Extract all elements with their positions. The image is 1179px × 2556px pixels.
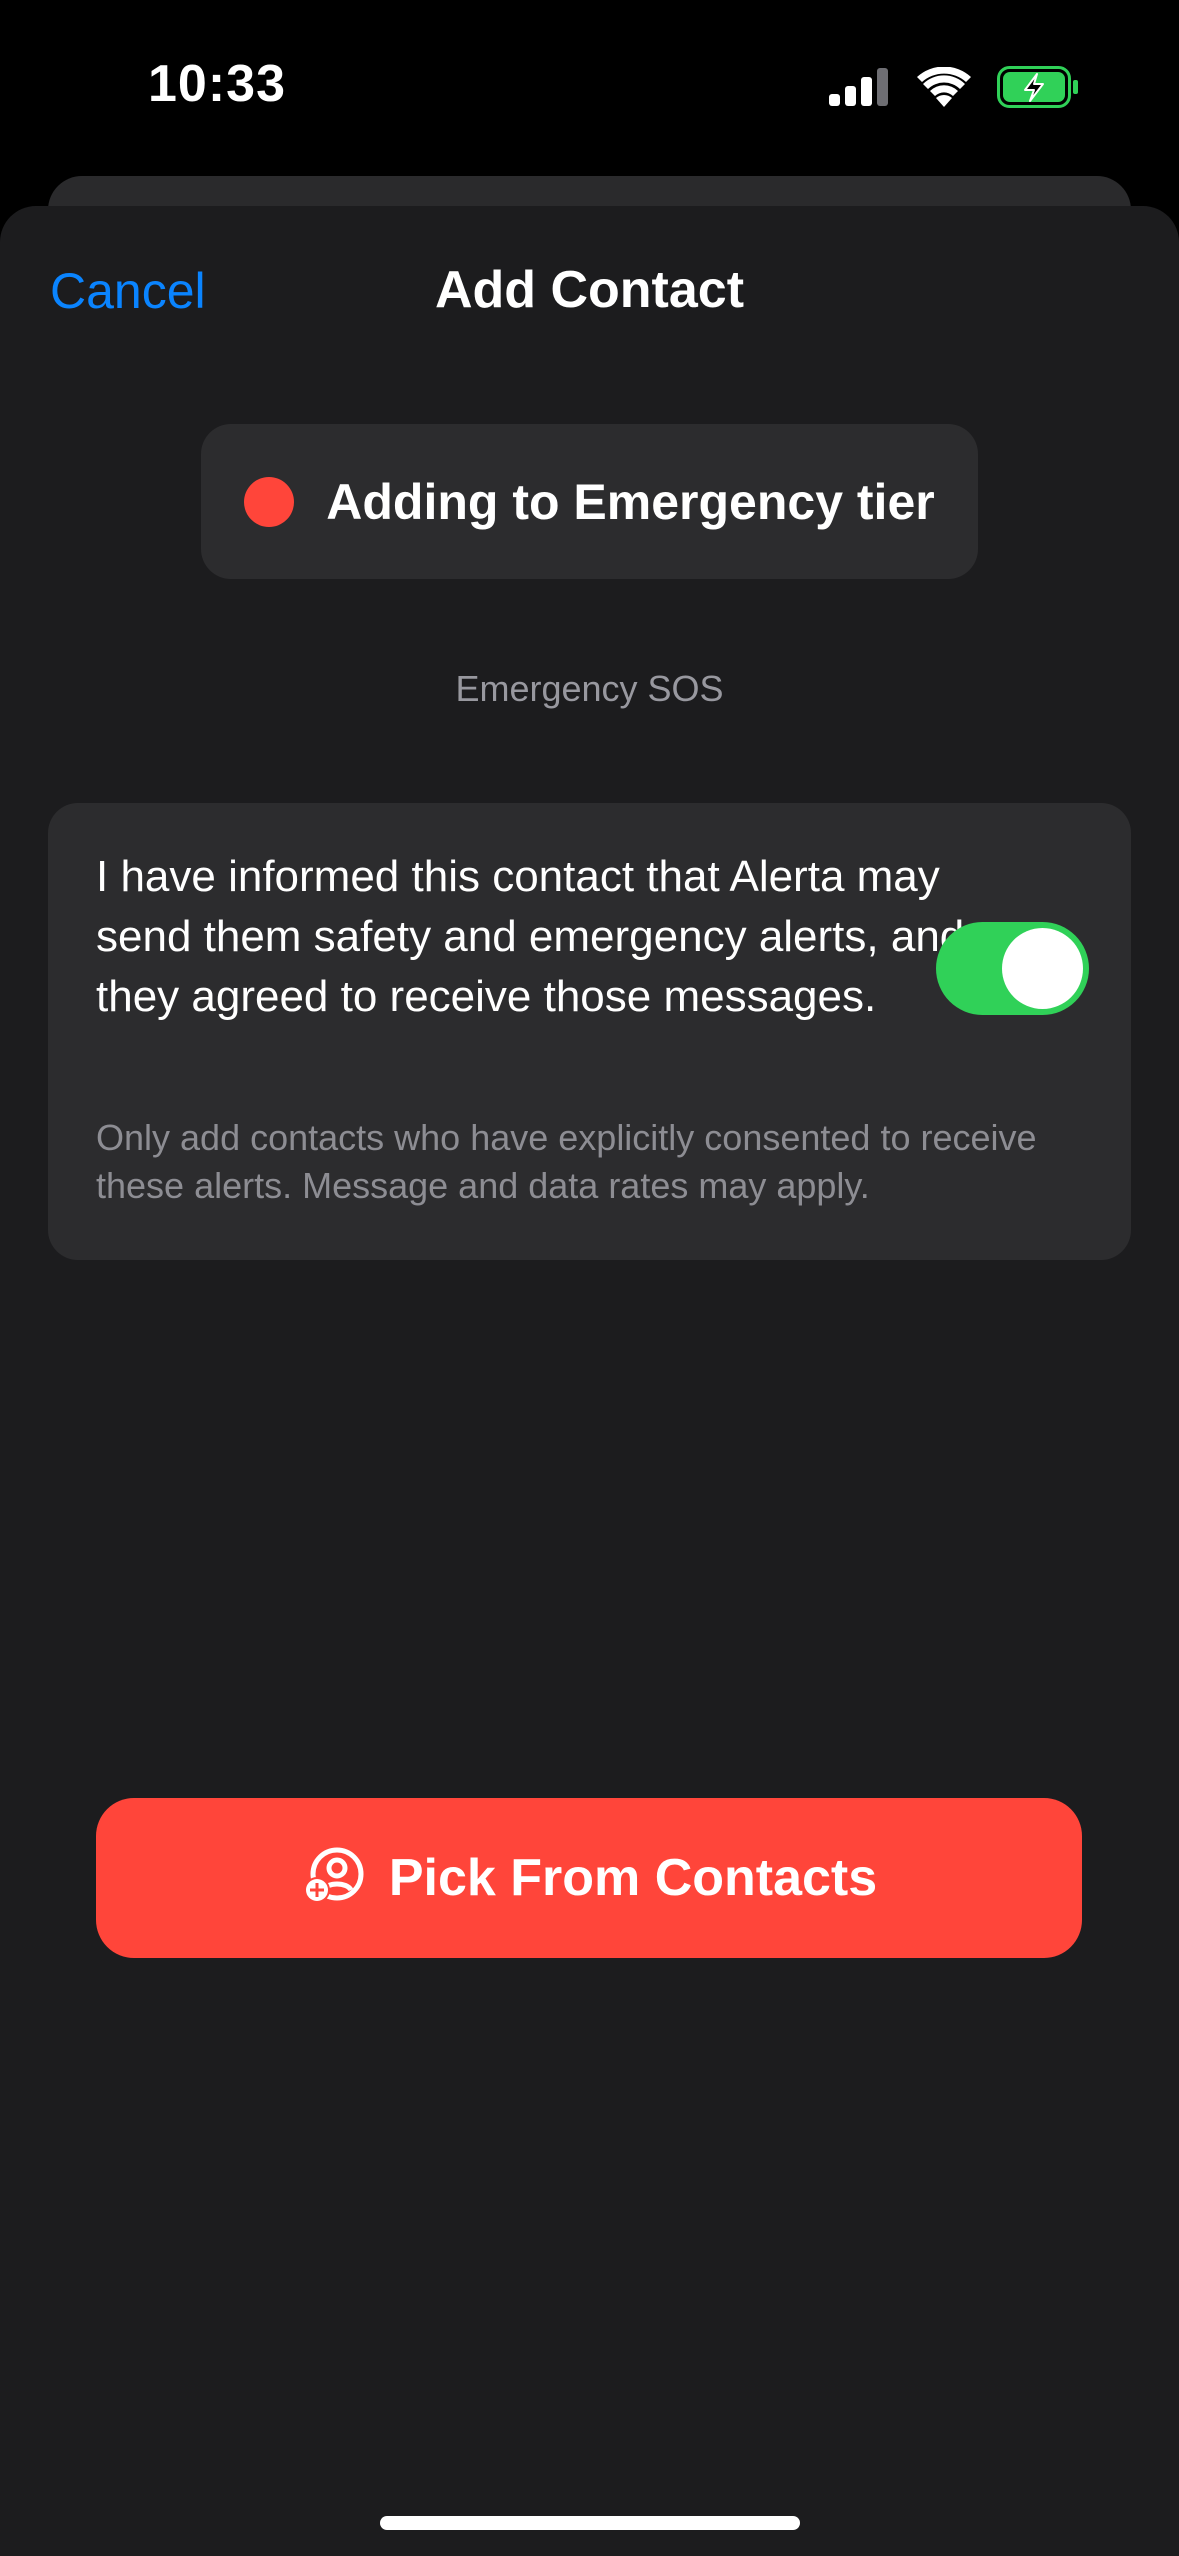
status-icons (829, 64, 1079, 110)
status-bar: 10:33 (0, 0, 1179, 170)
cellular-signal-icon (829, 68, 891, 106)
consent-card: I have informed this contact that Alerta… (48, 803, 1131, 1260)
consent-text: I have informed this contact that Alerta… (96, 852, 965, 1021)
status-time: 10:33 (148, 55, 286, 113)
wifi-icon (917, 67, 971, 107)
tier-badge: Adding to Emergency tier (201, 424, 978, 579)
pick-from-contacts-label: Pick From Contacts (388, 1849, 878, 1907)
cancel-button[interactable]: Cancel (50, 262, 206, 320)
add-person-circle-icon (301, 1844, 365, 1913)
tier-label: Adding to Emergency tier (326, 473, 935, 530)
consent-note: Only add contacts who have explicitly co… (96, 1117, 1037, 1206)
home-indicator[interactable] (380, 2516, 800, 2530)
section-label: Emergency SOS (455, 668, 724, 709)
toggle-knob (1002, 928, 1083, 1009)
consent-toggle[interactable] (936, 922, 1089, 1015)
battery-charging-icon (997, 66, 1079, 108)
tier-dot-icon (244, 476, 295, 527)
pick-from-contacts-button[interactable]: Pick From Contacts (96, 1798, 1082, 1958)
